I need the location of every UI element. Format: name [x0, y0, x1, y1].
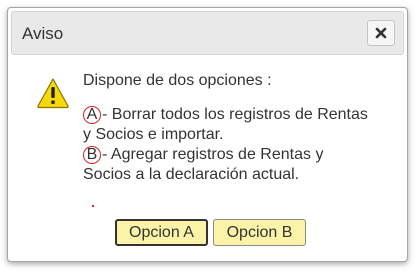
option-a-line2: y Socios e importar. — [83, 126, 224, 143]
option-b-button[interactable]: Opcion B — [213, 219, 306, 246]
option-b-description: B- Agregar registros de Rentas y — [83, 145, 368, 165]
option-b-line2: Socios a la declaración actual. — [83, 166, 300, 183]
alert-dialog: Aviso Dispone de dos opciones : A- Borra… — [7, 7, 408, 262]
option-a-description: A- Borrar todos los registros de Rentas — [83, 105, 368, 125]
dialog-title: Aviso — [22, 24, 64, 43]
dialog-body: Dispone de dos opciones : A- Borrar todo… — [8, 55, 407, 261]
option-a-line1: - Borrar todos los registros de Rentas — [102, 106, 368, 123]
close-button[interactable] — [367, 20, 395, 46]
dialog-message: Dispone de dos opciones : A- Borrar todo… — [83, 71, 368, 185]
option-b-marker: B — [83, 146, 101, 164]
option-a-button[interactable]: Opcion A — [115, 219, 208, 246]
annotation-dot — [92, 205, 94, 207]
warning-icon — [37, 78, 69, 109]
option-b-line1: - Agregar registros de Rentas y — [102, 146, 324, 163]
option-a-marker: A — [83, 106, 101, 124]
intro-text: Dispone de dos opciones : — [83, 72, 272, 89]
dialog-titlebar[interactable]: Aviso — [11, 11, 404, 55]
close-icon — [375, 27, 387, 39]
